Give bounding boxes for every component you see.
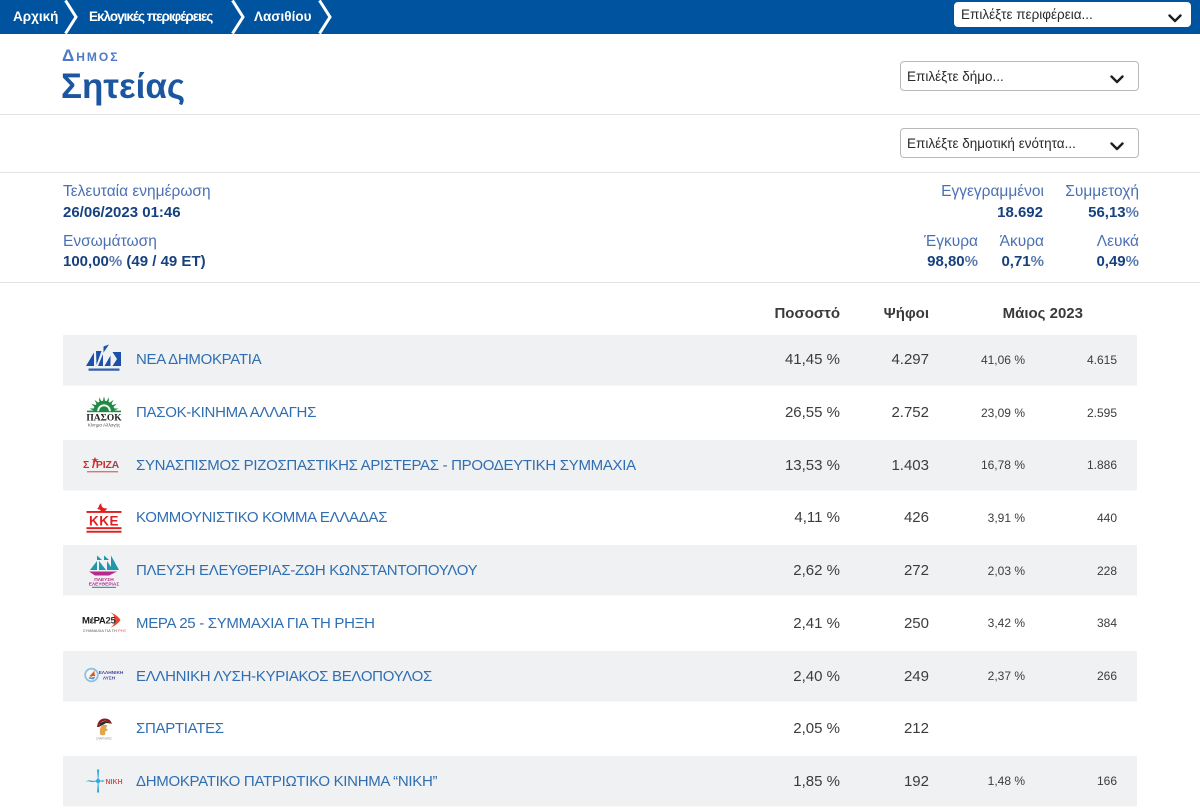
svg-text:MέPA25: MέPA25 (82, 616, 116, 627)
svg-text:ΛΥΣΗ: ΛΥΣΗ (103, 676, 116, 682)
svg-text:KKE: KKE (89, 513, 119, 528)
svg-text:ΝΙΚΗ: ΝΙΚΗ (106, 779, 123, 786)
svg-text:ΕΛΛΗΝΙΚΗ: ΕΛΛΗΝΙΚΗ (99, 670, 124, 676)
svg-text:Κίνημα Αλλαγής: Κίνημα Αλλαγής (88, 421, 121, 427)
svg-text:ΣΠΑΡΤΙΑΤΕΣ: ΣΠΑΡΤΙΑΤΕΣ (96, 736, 112, 740)
svg-text:ΕΛΕΥΘΕΡΙΑΣ: ΕΛΕΥΘΕΡΙΑΣ (89, 581, 120, 587)
svg-text:ΣΥΡΙΖΑ: ΣΥΡΙΖΑ (83, 459, 120, 471)
svg-text:ΣΥΜΜΑΧΙΑ ΓΙΑ ΤΗ ΡΗΞΗ: ΣΥΜΜΑΧΙΑ ΓΙΑ ΤΗ ΡΗΞΗ (83, 628, 126, 633)
